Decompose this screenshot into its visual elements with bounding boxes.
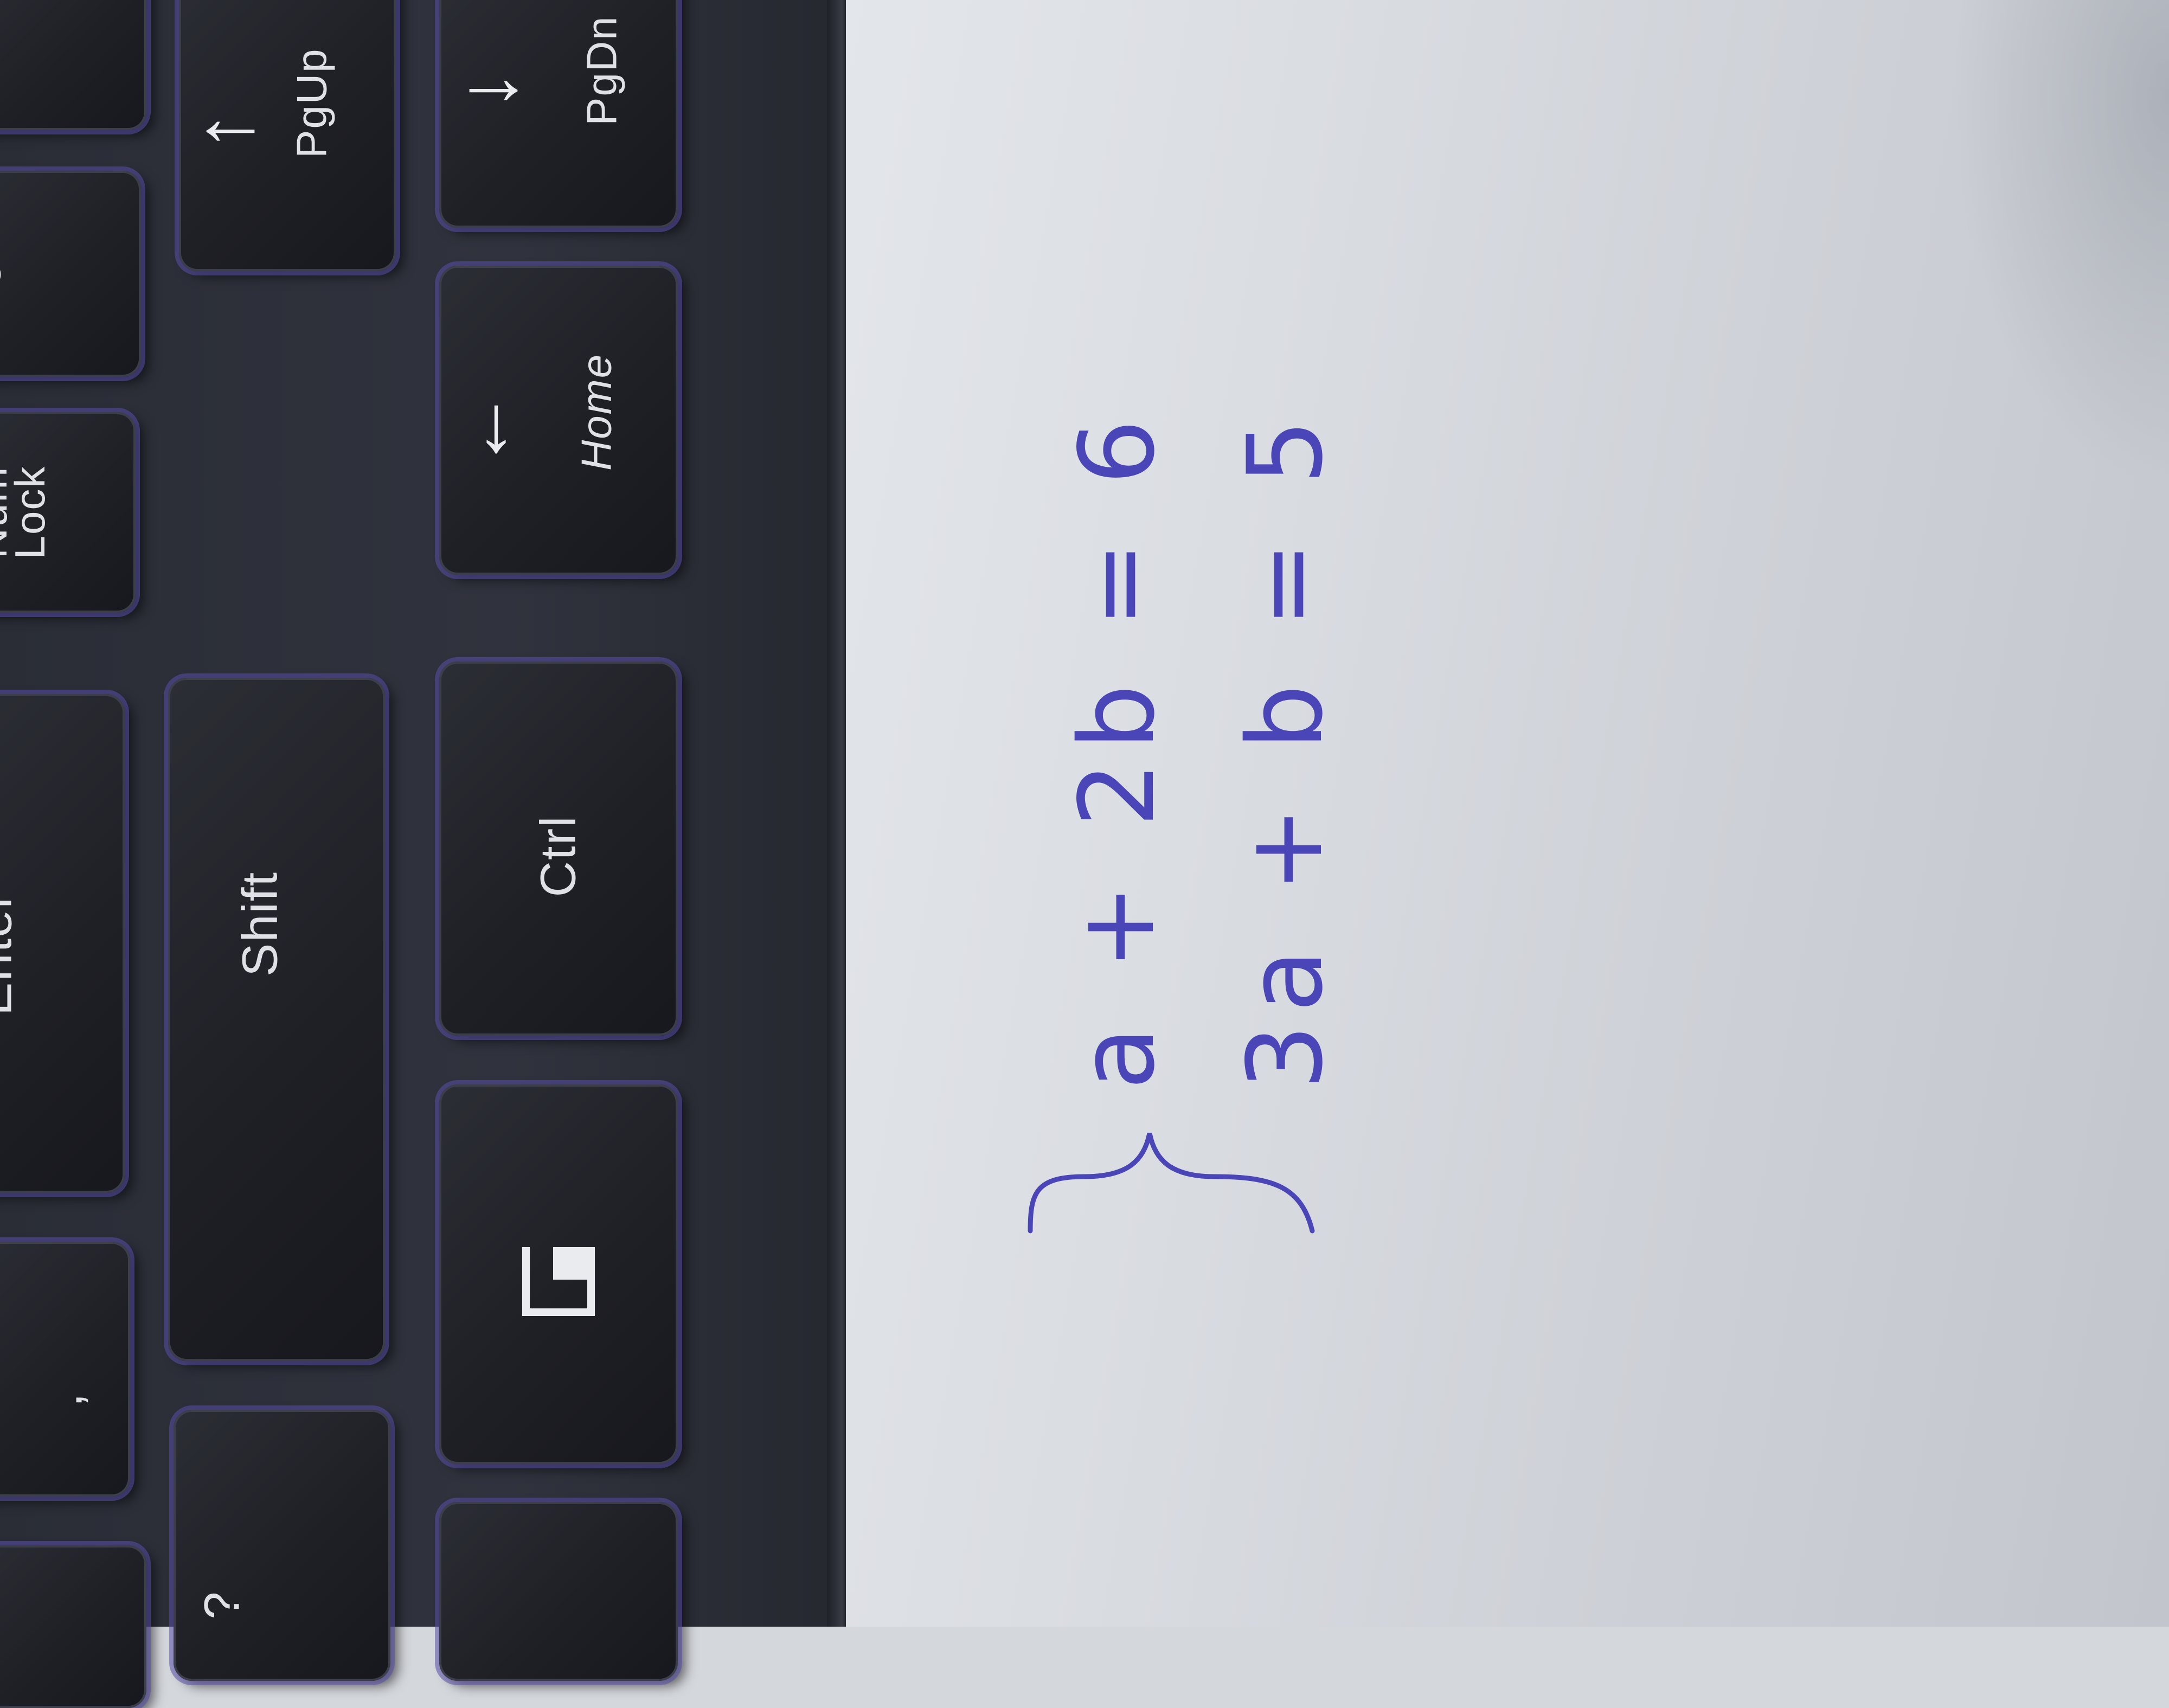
paper-shadow [1952, 0, 2169, 488]
curly-brace [1028, 1133, 1315, 1234]
key-question[interactable]: ? [174, 1410, 390, 1681]
equation-line-1: a + 2b = 6 [1057, 407, 1177, 1090]
key-zero[interactable]: 0 [0, 171, 141, 377]
key-comma[interactable]: , [0, 1242, 130, 1497]
key-context-menu[interactable] [439, 1084, 678, 1464]
key-num-lock[interactable]: Num Lock [0, 412, 136, 613]
arrow-left-icon: ↓ [476, 377, 517, 468]
key-shift-label: Shift [232, 871, 288, 977]
key-zero-label: 0 [0, 259, 12, 288]
key-ctrl-label: Ctrl [530, 815, 586, 897]
key-home-label: Home [572, 353, 620, 471]
key-enter[interactable]: Enter [0, 694, 125, 1193]
context-menu-icon [522, 1247, 595, 1316]
key-bottom-partial[interactable] [439, 1502, 678, 1681]
key-comma-label: , [37, 1392, 93, 1408]
key-pgdn[interactable]: → PgDn [439, 0, 678, 228]
key-enter-label: Enter [0, 891, 22, 1016]
key-shift[interactable]: Shift [168, 678, 385, 1361]
key-question-label: ? [194, 1590, 250, 1620]
key-pgdn-label: PgDn [577, 15, 626, 126]
key-ctrl[interactable]: Ctrl [439, 662, 678, 1036]
arrow-down-icon: → [453, 30, 534, 121]
key-slash-partial[interactable] [0, 1545, 146, 1708]
key-pgup-label: PgUp [287, 48, 336, 158]
key-pgup[interactable]: ← PgUp [179, 0, 396, 271]
keyboard-edge [827, 0, 849, 1627]
key-home[interactable]: ↓ Home [439, 266, 678, 575]
key-num-lock-line2: Lock [6, 465, 54, 560]
key-top-left-partial[interactable] [0, 0, 146, 130]
key-num-lock-label: Num Lock [0, 466, 54, 560]
equation-line-2: 3a + b = 5 [1225, 407, 1345, 1090]
arrow-up-icon: ← [190, 71, 271, 162]
